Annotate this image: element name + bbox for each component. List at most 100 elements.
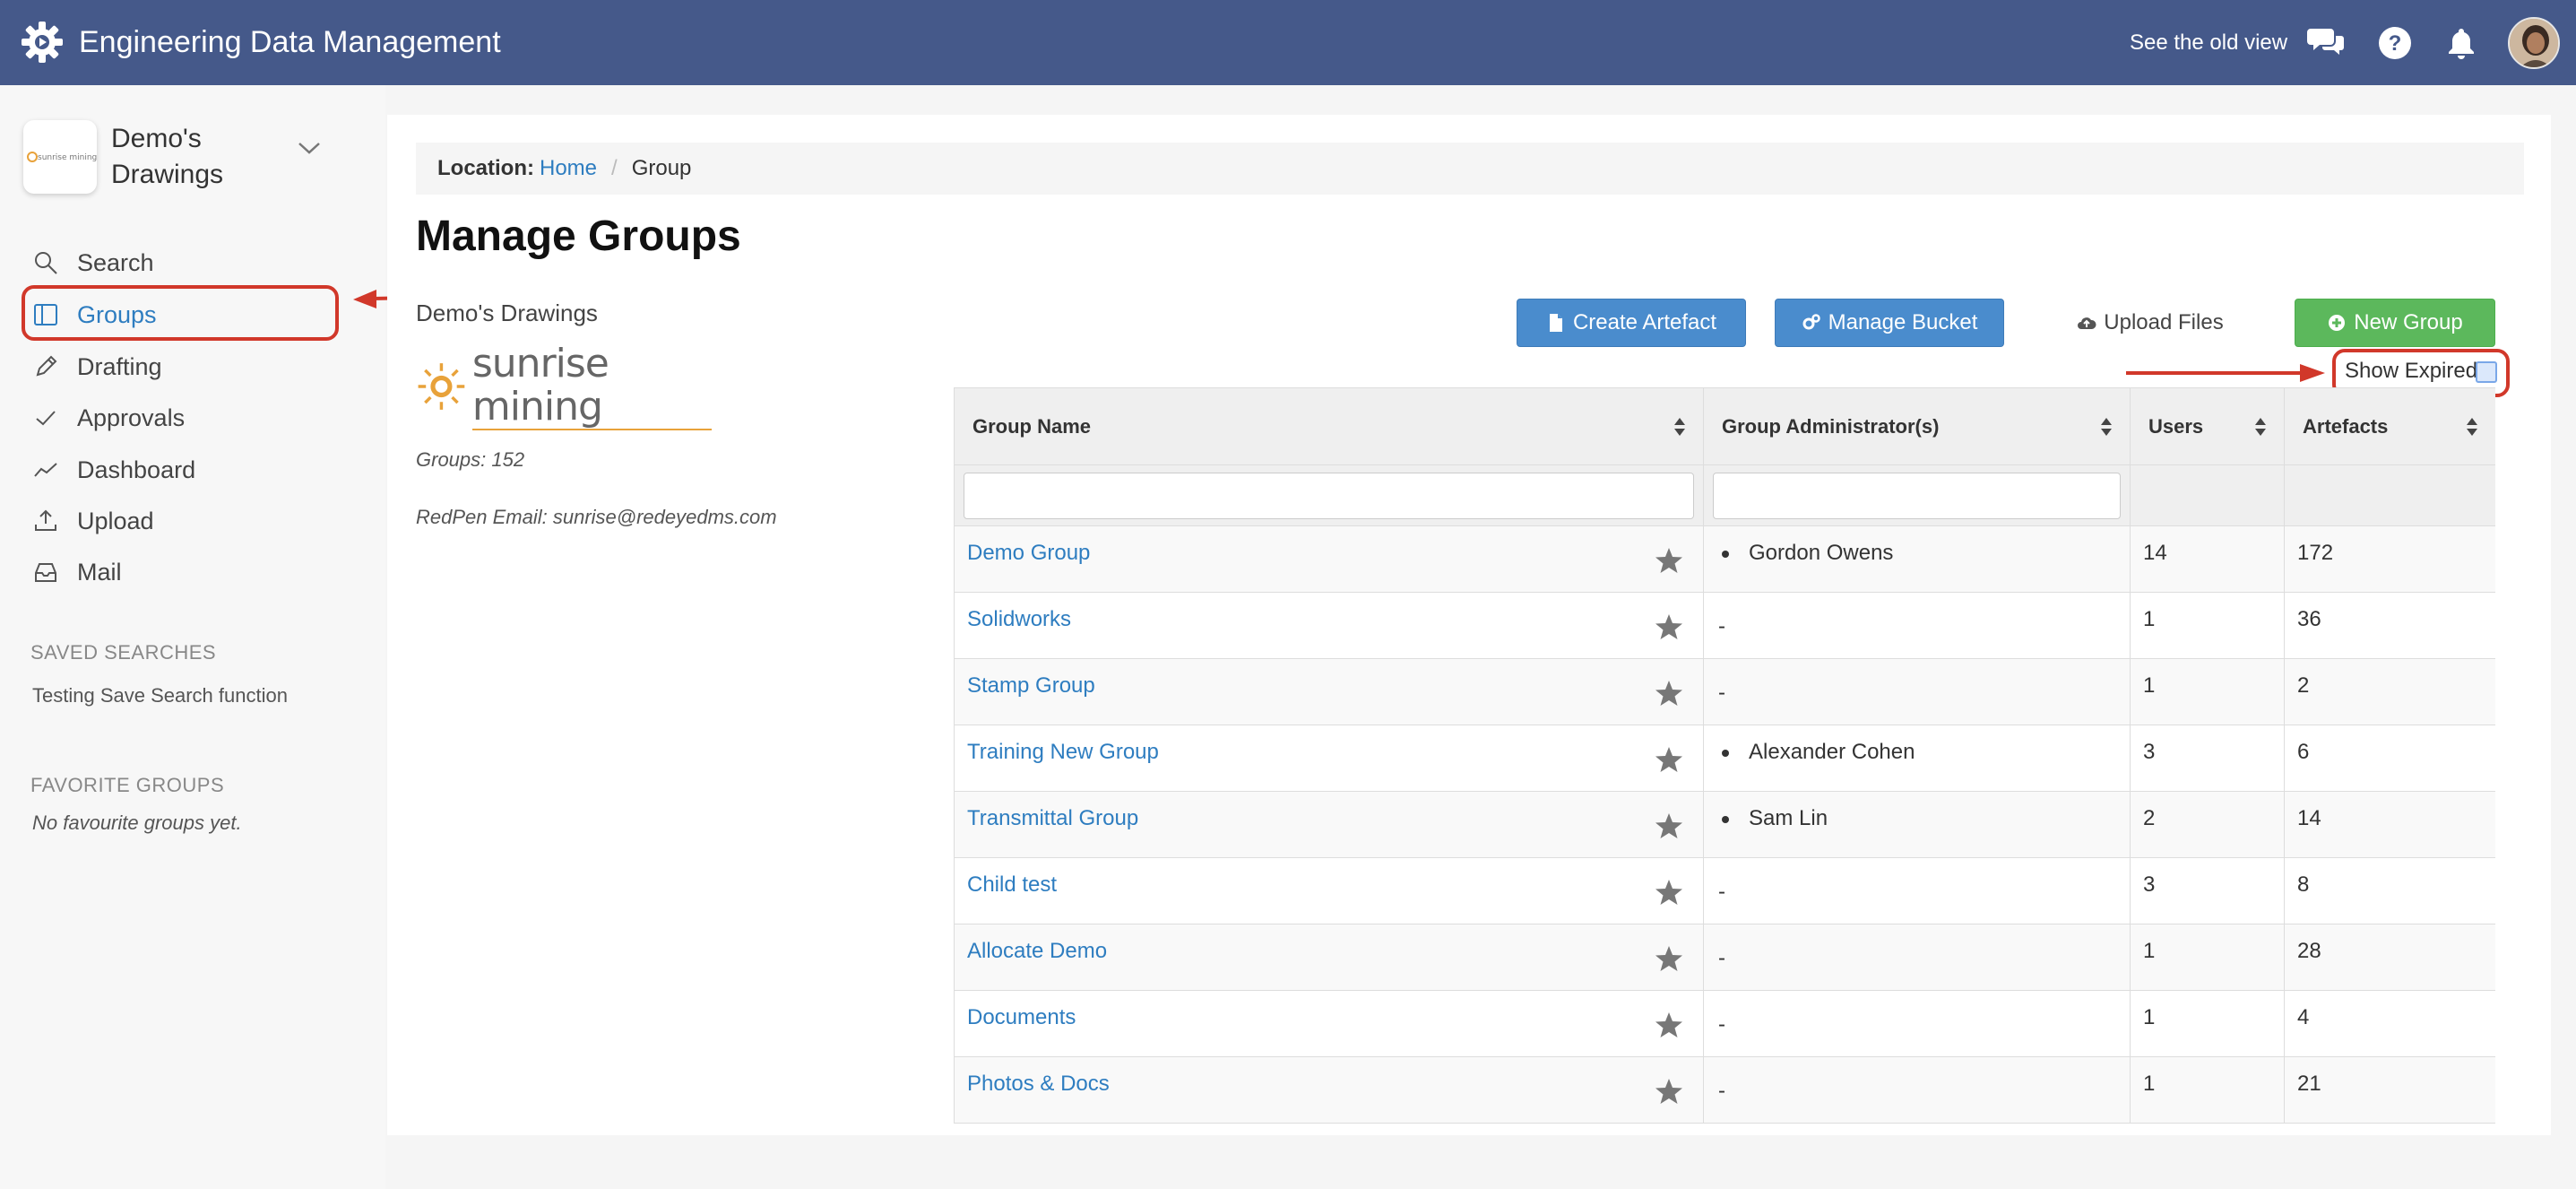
sidebar-item-mail[interactable]: Mail (32, 552, 328, 592)
upload-icon (35, 509, 56, 531)
artefacts-cell: 36 (2284, 592, 2495, 659)
group-admin-cell: - (1703, 592, 2131, 659)
group-name-cell: Demo Group (954, 525, 1704, 593)
bullet (1722, 749, 1729, 757)
group-admin-cell: - (1703, 857, 2131, 924)
group-name-filter-input[interactable] (964, 472, 1694, 519)
admin-empty: - (1718, 681, 1725, 705)
groups-table: Group Name Group Administrator(s) Users … (954, 387, 2495, 1135)
manage-bucket-label: Manage Bucket (1828, 310, 1978, 334)
plus-circle-icon (2329, 315, 2346, 331)
users-cell: 2 (2130, 791, 2285, 858)
column-header-users[interactable]: Users (2130, 387, 2285, 465)
star-icon[interactable] (1655, 1011, 1683, 1039)
app-title: Engineering Data Management (79, 25, 501, 59)
admin-empty: - (1718, 880, 1725, 904)
star-icon[interactable] (1655, 878, 1683, 907)
inbox-icon (35, 563, 56, 582)
table-row: Transmittal Group Sam Lin 2 14 (954, 791, 2495, 858)
admin-empty: - (1718, 614, 1725, 638)
favorite-groups-empty: No favourite groups yet. (32, 811, 242, 834)
group-name-link[interactable]: Photos & Docs (967, 1072, 1110, 1096)
admin-name: Gordon Owens (1749, 541, 1894, 565)
artefacts-cell: 4 (2284, 990, 2495, 1057)
chat-icon[interactable] (2307, 23, 2347, 63)
admin-name: Alexander Cohen (1749, 740, 1915, 764)
sidebar-item-drafting[interactable]: Drafting (32, 347, 328, 386)
star-icon[interactable] (1655, 811, 1683, 840)
administrator-filter-input[interactable] (1713, 472, 2121, 519)
users-cell: 1 (2130, 1056, 2285, 1124)
sidebar-item-dashboard[interactable]: Dashboard (32, 450, 328, 490)
sort-icon (1674, 418, 1685, 436)
cloud-upload-icon (2078, 317, 2096, 329)
group-name-link[interactable]: Solidworks (967, 607, 1071, 631)
star-icon[interactable] (1655, 944, 1683, 973)
chevron-down-icon[interactable] (296, 139, 323, 157)
star-icon[interactable] (1655, 612, 1683, 641)
group-name-link[interactable]: Demo Group (967, 541, 1090, 565)
bell-icon[interactable] (2442, 23, 2481, 63)
table-row: Allocate Demo - 1 28 (954, 924, 2495, 991)
column-header-group-administrators[interactable]: Group Administrator(s) (1703, 387, 2131, 465)
star-icon[interactable] (1655, 679, 1683, 707)
admin-empty: - (1718, 1012, 1725, 1037)
group-admin-cell: - (1703, 658, 2131, 725)
redpen-email: RedPen Email: sunrise@redeyedms.com (416, 506, 777, 528)
star-icon[interactable] (1655, 1077, 1683, 1106)
users-cell: 14 (2130, 525, 2285, 593)
admin-name: Sam Lin (1749, 806, 1828, 830)
group-admin-cell: - (1703, 924, 2131, 991)
workspace-name[interactable]: Demo's Drawings (111, 121, 290, 193)
group-name-cell: Transmittal Group (954, 791, 1704, 858)
sun-logo-icon (418, 363, 465, 410)
group-name-cell: Child test (954, 857, 1704, 924)
group-name-link[interactable]: Documents (967, 1005, 1076, 1029)
search-icon (35, 252, 57, 274)
sidebar-item-upload[interactable]: Upload (32, 501, 328, 541)
manage-bucket-button[interactable]: Manage Bucket (1775, 299, 2004, 347)
new-group-button[interactable]: New Group (2295, 299, 2495, 347)
help-icon[interactable]: ? (2375, 23, 2415, 63)
table-row: Documents - 1 4 (954, 990, 2495, 1057)
group-admin-cell: - (1703, 990, 2131, 1057)
column-header-group-name[interactable]: Group Name (954, 387, 1704, 465)
sidebar-item-label: Drafting (77, 352, 162, 380)
column-header-artefacts[interactable]: Artefacts (2284, 387, 2495, 465)
workspace-logo[interactable]: sunrise mining (23, 120, 97, 194)
workspace-logo-text: sunrise mining (38, 153, 97, 162)
breadcrumb-separator: / (611, 156, 618, 180)
sidebar-item-approvals[interactable]: Approvals (32, 398, 328, 438)
users-cell: 1 (2130, 990, 2285, 1057)
group-name-link[interactable]: Allocate Demo (967, 939, 1107, 963)
table-row: Training New Group Alexander Cohen 3 6 (954, 725, 2495, 792)
sidebar-item-label: Mail (77, 558, 122, 586)
group-name-cell: Documents (954, 990, 1704, 1057)
group-name-link[interactable]: Child test (967, 872, 1057, 897)
svg-text:?: ? (2389, 31, 2402, 56)
group-admin-cell: - (1703, 1056, 2131, 1124)
sort-icon (2101, 418, 2112, 436)
sidebar-item-search[interactable]: Search (32, 243, 328, 282)
star-icon[interactable] (1655, 745, 1683, 774)
group-name-link[interactable]: Stamp Group (967, 673, 1095, 698)
users-cell: 3 (2130, 725, 2285, 792)
create-artefact-button[interactable]: Create Artefact (1517, 299, 1746, 347)
old-view-link[interactable]: See the old view (2130, 0, 2287, 85)
breadcrumb-home[interactable]: Home (540, 156, 597, 181)
file-icon (1549, 314, 1562, 332)
group-name-cell: Training New Group (954, 725, 1704, 792)
upload-files-button[interactable]: Upload Files (2049, 299, 2252, 347)
gear-logo-icon[interactable] (20, 20, 65, 65)
group-name-link[interactable]: Training New Group (967, 740, 1159, 764)
artefacts-cell: 6 (2284, 725, 2495, 792)
table-row: Solidworks - 1 36 (954, 592, 2495, 659)
group-name-link[interactable]: Transmittal Group (967, 806, 1138, 830)
breadcrumb-label: Location: (437, 156, 534, 180)
star-icon[interactable] (1655, 546, 1683, 575)
upload-files-label: Upload Files (2104, 310, 2224, 334)
users-cell: 1 (2130, 592, 2285, 659)
logo-text: sunrise mining (471, 343, 712, 430)
saved-search-item[interactable]: Testing Save Search function (32, 684, 288, 707)
user-avatar[interactable] (2508, 17, 2560, 69)
